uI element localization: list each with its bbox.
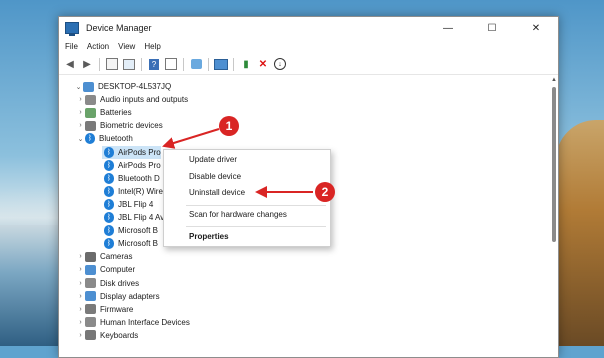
annotation-badge-2: 2 [315,182,335,202]
annotation-arrows [162,128,313,198]
annotation-badge-1: 1 [219,116,239,136]
